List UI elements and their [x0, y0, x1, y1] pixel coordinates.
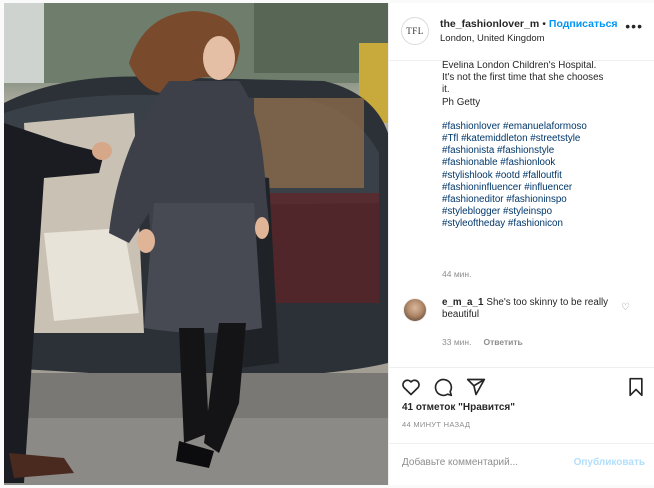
location-link[interactable]: London, United Kingdom [440, 33, 545, 44]
post-dialog: TFL the_fashionlover_m • Подписаться Londo… [0, 0, 654, 488]
post-timestamp[interactable]: 44 МИНУТ НАЗАД [402, 420, 470, 429]
author-avatar-text: TFL [406, 26, 424, 36]
author-username[interactable]: the_fashionlover_m [440, 18, 539, 30]
caption-line: It's not the first time that she chooses [442, 72, 604, 84]
hashtag-link[interactable]: #fashionlook [500, 157, 555, 168]
comments-list[interactable]: Evelina London Children's Hospital. It's… [389, 61, 654, 367]
street-photo-illustration [4, 3, 388, 485]
hashtag-link[interactable]: #styleoftheday [442, 218, 505, 229]
hashtag-link[interactable]: #fashionable [442, 157, 498, 168]
hashtag-link[interactable]: #fashionlover [442, 121, 500, 132]
hashtag-link[interactable]: #ootd [495, 170, 520, 181]
hashtag-link[interactable]: #stylishlook [442, 170, 493, 181]
caption-line: Evelina London Children's Hospital. [442, 61, 597, 71]
heart-icon[interactable] [401, 377, 421, 397]
hashtag-link[interactable]: #fashionista [442, 145, 494, 156]
hashtag-link[interactable]: #fashioninfluencer [442, 182, 522, 193]
post-side-panel: TFL the_fashionlover_m • Подписаться Londo… [388, 3, 654, 485]
hashtag-link[interactable]: #emanuelaformoso [503, 121, 587, 132]
author-avatar[interactable]: TFL [401, 17, 429, 45]
comment-body: e_m_a_1 She's too skinny to be really bea… [442, 297, 612, 321]
add-comment-input[interactable] [402, 457, 562, 468]
more-options-icon[interactable]: ••• [625, 19, 643, 33]
hashtag-link[interactable]: #katemiddleton [461, 133, 527, 144]
publish-comment-button[interactable]: Опубликовать [574, 457, 645, 468]
post-caption: Evelina London Children's Hospital. It's… [442, 61, 632, 231]
add-comment-bar: Опубликовать [389, 443, 654, 485]
caption-line: Ph Getty [442, 96, 481, 108]
hashtag-link[interactable]: #Tfl [442, 133, 458, 144]
hashtag-link[interactable]: #fashionicon [508, 218, 563, 229]
likes-count[interactable]: 41 отметок "Нравится" [402, 402, 515, 413]
hashtag-link[interactable]: #falloutfit [523, 170, 562, 181]
comment-icon[interactable] [433, 377, 453, 397]
post-photo[interactable] [4, 3, 388, 485]
follow-button[interactable]: Подписаться [549, 18, 618, 30]
hashtag-link[interactable]: #streetstyle [530, 133, 580, 144]
reply-button[interactable]: Ответить [483, 337, 522, 347]
hashtag-link[interactable]: #fashioneditor [442, 194, 504, 205]
hashtag-link[interactable]: #styleblogger [442, 206, 500, 217]
separator-dot: • [542, 18, 546, 30]
author-line: the_fashionlover_m • Подписаться [440, 18, 618, 30]
caption-line: it. [442, 84, 450, 96]
post-actions-bar [389, 367, 654, 401]
share-icon[interactable] [466, 377, 486, 397]
bookmark-icon[interactable] [626, 377, 646, 397]
hashtag-link[interactable]: #fashioninspo [506, 194, 566, 205]
comment-timestamp[interactable]: 33 мин. [442, 337, 471, 347]
commenter-username[interactable]: e_m_a_1 [442, 297, 483, 308]
hashtag-link[interactable]: #styleinspo [503, 206, 552, 217]
commenter-avatar[interactable] [403, 298, 427, 322]
comment-like-heart-icon[interactable]: ♡ [621, 302, 630, 313]
hashtag-link[interactable]: #fashionstyle [497, 145, 554, 156]
hashtag-link[interactable]: #influencer [524, 182, 572, 193]
post-header: TFL the_fashionlover_m • Подписаться Londo… [389, 3, 654, 61]
comment-meta: 33 мин. Ответить [442, 337, 523, 347]
caption-timestamp[interactable]: 44 мин. [442, 269, 471, 279]
